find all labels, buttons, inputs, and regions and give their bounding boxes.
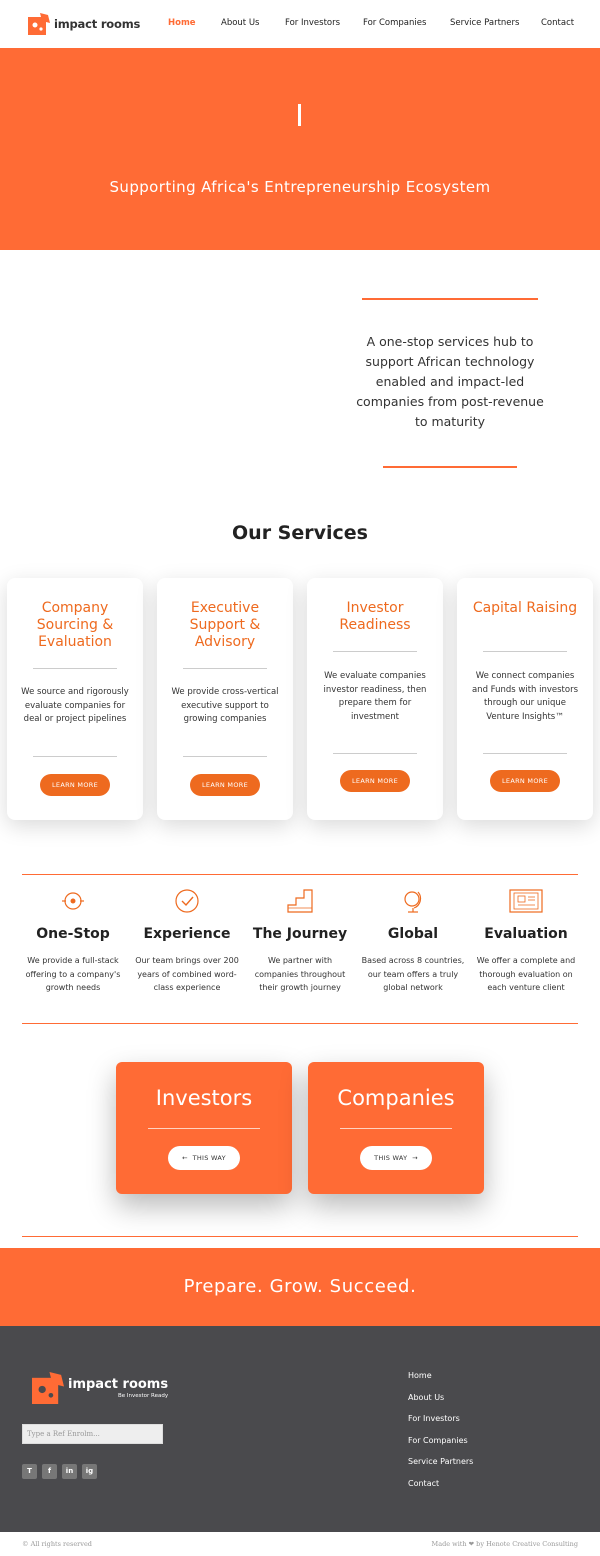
button-label: THIS WAY xyxy=(374,1154,408,1162)
footer-logo[interactable]: impact rooms Be Investor Ready xyxy=(32,1372,168,1404)
feature-title: One-Stop xyxy=(36,926,110,942)
check-circle-icon xyxy=(175,889,199,913)
slogan-banner: Prepare. Grow. Succeed. xyxy=(0,1248,600,1326)
service-card-executive: Executive Support & Advisory We provide … xyxy=(157,578,293,820)
facebook-icon[interactable]: f xyxy=(42,1464,57,1479)
companies-cta-card: Companies THIS WAY → xyxy=(308,1062,484,1194)
nav-about[interactable]: About Us xyxy=(221,18,259,28)
instagram-icon[interactable]: ig xyxy=(82,1464,97,1479)
learn-more-button[interactable]: LEARN MORE xyxy=(340,770,410,792)
top-nav: impact rooms Home About Us For Investors… xyxy=(0,0,600,48)
feature-title: Global xyxy=(387,926,439,942)
feature-text: We partner with companies throughout the… xyxy=(254,956,346,992)
feature-title: The Journey xyxy=(252,926,348,942)
card-text: We connect companies and Funds with inve… xyxy=(471,671,579,722)
footer-link-home[interactable]: Home xyxy=(408,1371,432,1380)
arrow-right-icon: → xyxy=(407,1154,418,1162)
site-footer: impact rooms Be Investor Ready Type a Re… xyxy=(0,1326,600,1532)
features-divider-top xyxy=(22,874,578,875)
feature-title: Evaluation xyxy=(484,926,568,942)
footer-link-investors[interactable]: For Investors xyxy=(408,1414,460,1423)
learn-more-button[interactable]: LEARN MORE xyxy=(490,770,560,792)
card-text: We evaluate companies investor readiness… xyxy=(323,671,427,722)
card-text: We provide cross-vertical executive supp… xyxy=(171,687,279,724)
card-divider xyxy=(183,668,267,669)
learn-more-button[interactable]: LEARN MORE xyxy=(40,774,110,796)
card-divider xyxy=(33,668,117,669)
card-divider xyxy=(483,651,567,652)
learn-more-button[interactable]: LEARN MORE xyxy=(190,774,260,796)
card-divider xyxy=(183,756,267,757)
cta-title: Investors xyxy=(155,1086,253,1110)
card-title: Investor Readiness xyxy=(339,600,411,633)
footer-link-companies[interactable]: For Companies xyxy=(408,1436,468,1445)
card-divider xyxy=(333,651,417,652)
typing-cursor xyxy=(298,104,301,126)
companies-this-way-button[interactable]: THIS WAY → xyxy=(360,1146,432,1170)
hero-banner: Supporting Africa's Entrepreneurship Eco… xyxy=(0,48,600,250)
footer-tagline: Be Investor Ready xyxy=(117,1393,169,1399)
card-title: Company Sourcing & Evaluation xyxy=(36,600,114,650)
service-card-sourcing: Company Sourcing & Evaluation We source … xyxy=(7,578,143,820)
intro-text: A one-stop services hub to support Afric… xyxy=(356,334,544,429)
intro-divider-top xyxy=(362,298,538,300)
target-icon xyxy=(62,892,84,910)
nav-service-partners[interactable]: Service Partners xyxy=(450,18,519,28)
intro-divider-bottom xyxy=(383,466,517,468)
features-divider-bottom xyxy=(22,1023,578,1024)
footer-link-contact[interactable]: Contact xyxy=(408,1479,439,1488)
card-divider xyxy=(333,753,417,754)
card-title: Executive Support & Advisory xyxy=(189,600,261,650)
feature-text: We provide a full-stack offering to a co… xyxy=(25,956,121,992)
footer-brand: impact rooms xyxy=(68,1377,169,1392)
service-card-capital-raising: Capital Raising We connect companies and… xyxy=(457,578,593,820)
button-label: THIS WAY xyxy=(192,1154,226,1162)
linkedin-icon[interactable]: in xyxy=(62,1464,77,1479)
feature-title: Experience xyxy=(143,926,231,942)
footer-link-service-partners[interactable]: Service Partners xyxy=(408,1457,473,1466)
slogan-text: Prepare. Grow. Succeed. xyxy=(183,1276,417,1297)
nav-investors[interactable]: For Investors xyxy=(285,18,340,28)
nav-contact[interactable]: Contact xyxy=(541,18,574,28)
cta-divider xyxy=(148,1128,260,1129)
card-text: We source and rigorously evaluate compan… xyxy=(21,687,129,724)
investors-this-way-button[interactable]: ← THIS WAY xyxy=(168,1146,240,1170)
nav-companies[interactable]: For Companies xyxy=(363,18,426,28)
twitter-icon[interactable]: T xyxy=(22,1464,37,1479)
investors-cta-card: Investors ← THIS WAY xyxy=(116,1062,292,1194)
feature-text: Our team brings over 200 years of combin… xyxy=(135,956,239,992)
document-icon xyxy=(509,889,543,913)
globe-icon xyxy=(404,891,422,913)
services-title: Our Services xyxy=(232,522,368,544)
card-title: Capital Raising xyxy=(472,600,578,616)
feature-text: We offer a complete and thorough evaluat… xyxy=(476,956,576,992)
card-divider xyxy=(33,756,117,757)
feature-text: Based across 8 countries, our team offer… xyxy=(361,956,465,992)
nav-home[interactable]: Home xyxy=(168,18,196,28)
copyright-text: © All rights reserved xyxy=(22,1540,92,1548)
cta-divider xyxy=(340,1128,452,1129)
stairs-icon xyxy=(287,889,313,913)
cta-title: Companies xyxy=(337,1086,455,1110)
nav-links: Home About Us For Investors For Companie… xyxy=(0,18,600,32)
footer-search-input[interactable]: Type a Ref Enrolm... xyxy=(22,1424,163,1444)
footer-logo-text: impact rooms Be Investor Ready xyxy=(68,1377,168,1399)
card-divider xyxy=(483,753,567,754)
cta-divider-bottom xyxy=(22,1236,578,1237)
made-with-text: Made with ❤ by Henote Creative Consultin… xyxy=(431,1540,578,1548)
puzzle-logo-icon xyxy=(32,1372,64,1404)
hero-tagline: Supporting Africa's Entrepreneurship Eco… xyxy=(109,178,491,196)
footer-link-about[interactable]: About Us xyxy=(408,1393,444,1402)
service-card-investor-readiness: Investor Readiness We evaluate companies… xyxy=(307,578,443,820)
arrow-left-icon: ← xyxy=(182,1154,193,1162)
